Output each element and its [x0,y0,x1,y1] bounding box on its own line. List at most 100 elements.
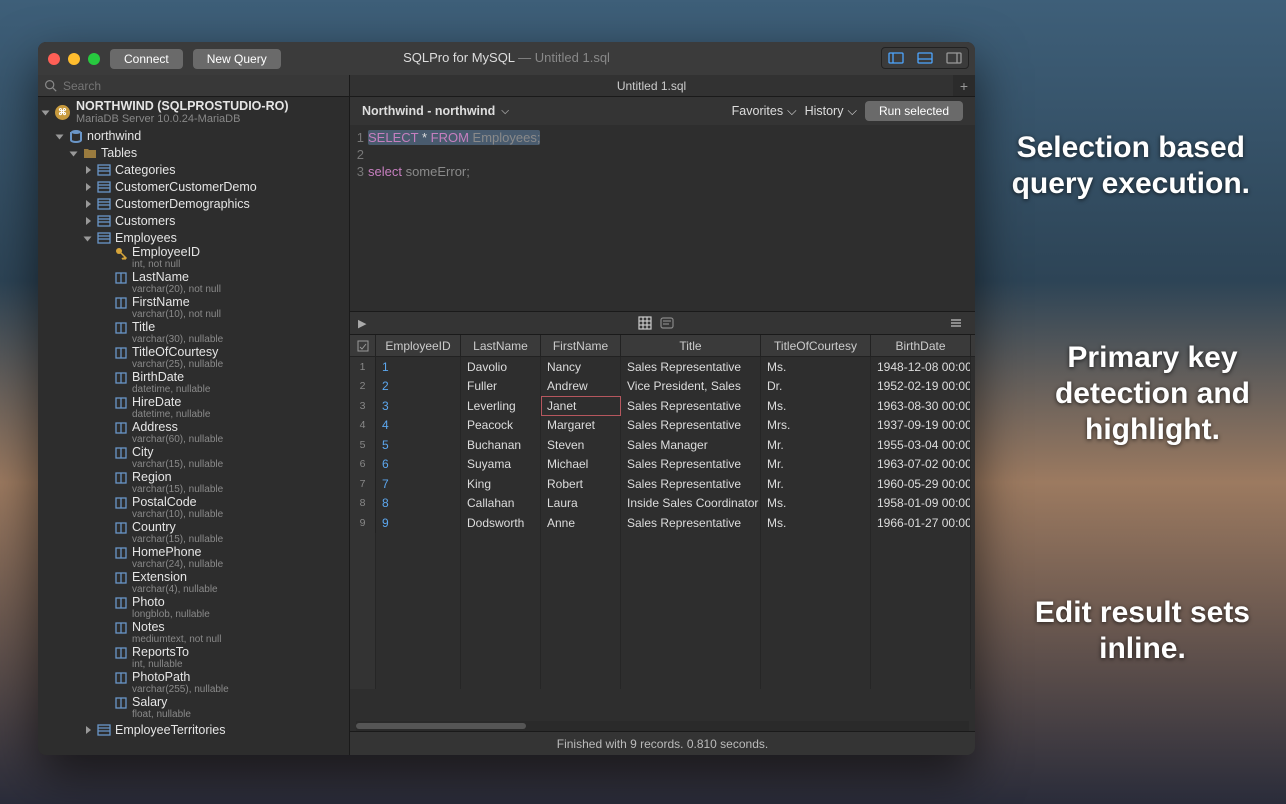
grid-cell[interactable]: 8 [376,494,461,514]
grid-cell[interactable]: 2 [376,377,461,397]
grid-cell[interactable]: 1963-07-02 00:00:0 [871,455,971,475]
column-node[interactable]: LastNamevarchar(20), not null [132,271,221,295]
grid-cell[interactable]: Sales Representative [621,455,761,475]
history-menu[interactable]: History⌵ [805,104,857,119]
grid-cell[interactable]: Mr. [761,474,871,494]
disclosure-triangle-icon[interactable] [84,165,94,175]
favorites-menu[interactable]: Favorites⌵ [732,104,797,119]
grid-cell[interactable]: Davolio [461,357,541,377]
panel-bottom-icon[interactable] [911,48,939,68]
zoom-window-button[interactable] [88,53,100,65]
table-node[interactable]: Customers [115,214,175,228]
search-input[interactable] [63,79,343,93]
row-number[interactable]: 2 [350,377,376,397]
grid-cell[interactable]: Dodsworth [461,513,541,533]
column-header[interactable]: Title [621,335,761,356]
grid-cell[interactable]: Steven [541,435,621,455]
grid-cell[interactable]: Margaret [541,416,621,436]
results-menu-icon[interactable] [945,314,967,332]
close-window-button[interactable] [48,53,60,65]
table-row[interactable]: 66SuyamaMichaelSales RepresentativeMr.19… [350,455,975,475]
panel-layout-toggle[interactable] [881,47,969,69]
column-header[interactable]: BirthDate [871,335,971,356]
table-row[interactable]: 33LeverlingJanetSales RepresentativeMs.1… [350,396,975,416]
results-grid[interactable]: EmployeeIDLastNameFirstNameTitleTitleOfC… [350,335,975,731]
new-query-button[interactable]: New Query [193,49,281,69]
grid-cell[interactable]: Ms. [761,357,871,377]
code-area[interactable]: SELECT * FROM Employees; select someErro… [368,129,975,307]
column-node[interactable]: Photolongblob, nullable [132,596,210,620]
grid-cell[interactable]: Ms. [761,396,871,416]
horizontal-scrollbar[interactable] [356,721,969,731]
sql-editor[interactable]: 123 SELECT * FROM Employees; select some… [350,125,975,311]
grid-cell[interactable]: Sales Representative [621,513,761,533]
tables-folder[interactable]: Tables [101,146,137,160]
grid-cell[interactable]: Buchanan [461,435,541,455]
panel-left-icon[interactable] [882,48,910,68]
table-row[interactable]: 88CallahanLauraInside Sales CoordinatorM… [350,494,975,514]
disclosure-triangle-icon[interactable] [84,725,94,735]
grid-cell[interactable]: Suyama [461,455,541,475]
grid-cell[interactable]: Fuller [461,377,541,397]
grid-view-icon[interactable] [634,314,656,332]
minimize-window-button[interactable] [68,53,80,65]
column-node[interactable]: FirstNamevarchar(10), not null [132,296,221,320]
play-icon[interactable]: ▶ [358,317,366,330]
column-node[interactable]: Extensionvarchar(4), nullable [132,571,218,595]
grid-cell[interactable]: 1 [376,357,461,377]
editor-tab[interactable]: Untitled 1.sql [350,75,953,96]
column-node[interactable]: Salaryfloat, nullable [132,696,191,720]
disclosure-triangle-icon[interactable] [70,148,80,158]
row-number[interactable]: 4 [350,416,376,436]
grid-cell[interactable]: Leverling [461,396,541,416]
grid-cell[interactable]: 1966-01-27 00:00:0 [871,513,971,533]
grid-cell[interactable]: Inside Sales Coordinator [621,494,761,514]
schema-tree[interactable]: ⌘NORTHWIND (SQLPROSTUDIO-RO)MariaDB Serv… [38,97,349,755]
grid-cell[interactable]: Laura [541,494,621,514]
column-node[interactable]: PhotoPathvarchar(255), nullable [132,671,229,695]
grid-cell[interactable]: Mrs. [761,416,871,436]
grid-body[interactable]: 11DavolioNancySales RepresentativeMs.194… [350,357,975,721]
database-selector[interactable]: Northwind - northwind⌵ [362,104,509,118]
grid-cell[interactable]: Nancy [541,357,621,377]
row-number[interactable]: 5 [350,435,376,455]
column-header[interactable]: FirstName [541,335,621,356]
grid-cell[interactable]: 5 [376,435,461,455]
grid-cell[interactable]: Vice President, Sales [621,377,761,397]
grid-cell[interactable]: 7 [376,474,461,494]
grid-cell[interactable]: Mr. [761,435,871,455]
table-node[interactable]: Categories [115,163,175,177]
grid-cell[interactable]: 1960-05-29 00:00:0 [871,474,971,494]
grid-cell[interactable]: 1952-02-19 00:00:0 [871,377,971,397]
grid-cell[interactable]: Sales Representative [621,474,761,494]
grid-cell[interactable]: Janet [541,396,621,416]
grid-cell[interactable]: Anne [541,513,621,533]
table-row[interactable]: 44PeacockMargaretSales RepresentativeMrs… [350,416,975,436]
column-node[interactable]: HireDatedatetime, nullable [132,396,210,420]
grid-cell[interactable]: Michael [541,455,621,475]
disclosure-triangle-icon[interactable] [84,216,94,226]
column-node[interactable]: Addressvarchar(60), nullable [132,421,223,445]
column-header[interactable]: EmployeeID [376,335,461,356]
grid-cell[interactable]: 1948-12-08 00:00:0 [871,357,971,377]
grid-cell[interactable]: King [461,474,541,494]
grid-cell[interactable]: Sales Representative [621,416,761,436]
row-header-corner[interactable] [350,335,376,356]
table-row[interactable]: 99DodsworthAnneSales RepresentativeMs.19… [350,513,975,533]
column-header[interactable]: LastName [461,335,541,356]
table-node[interactable]: Employees [115,231,177,245]
column-node[interactable]: EmployeeIDint, not null [132,246,200,270]
grid-cell[interactable]: Sales Representative [621,396,761,416]
server-node[interactable]: ⌘NORTHWIND (SQLPROSTUDIO-RO)MariaDB Serv… [55,99,288,125]
disclosure-triangle-icon[interactable] [84,233,94,243]
grid-cell[interactable]: Mr. [761,455,871,475]
column-node[interactable]: TitleOfCourtesyvarchar(25), nullable [132,346,223,370]
text-view-icon[interactable] [656,314,678,332]
grid-cell[interactable]: Ms. [761,513,871,533]
grid-cell[interactable]: 1963-08-30 00:00:0 [871,396,971,416]
column-node[interactable]: PostalCodevarchar(10), nullable [132,496,223,520]
table-row[interactable]: 22FullerAndrewVice President, SalesDr.19… [350,377,975,397]
column-node[interactable]: BirthDatedatetime, nullable [132,371,210,395]
row-number[interactable]: 6 [350,455,376,475]
disclosure-triangle-icon[interactable] [56,131,66,141]
